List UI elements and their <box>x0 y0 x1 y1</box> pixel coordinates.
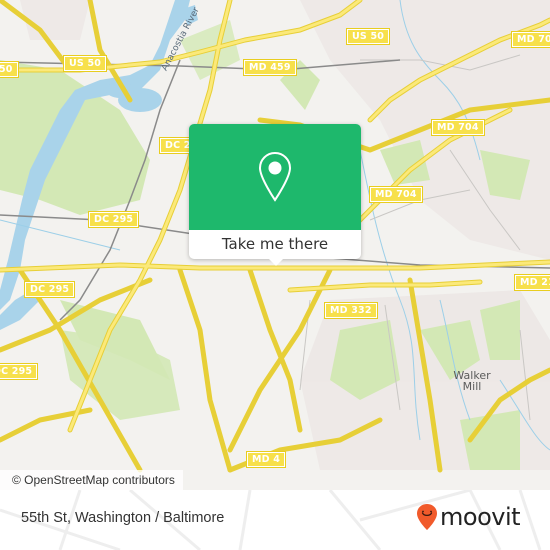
road-shield-dc-295-center: DC 295 <box>87 211 140 228</box>
road-shield-md-332: MD 332 <box>324 302 378 319</box>
road-shield-dc-295-southwest: DC 295 <box>0 363 39 380</box>
moovit-logo[interactable]: moovit <box>416 502 521 532</box>
road-shield-md-704-north: MD 704 <box>511 31 550 48</box>
destination-popup: Take me there <box>189 124 361 266</box>
map-view[interactable]: Anacostia River 50 US 50 MD 459 US 50 MD… <box>0 0 550 490</box>
road-shield-md-459: MD 459 <box>243 59 297 76</box>
road-shield-us-50-west: US 50 <box>62 55 108 72</box>
footer-bar: 55th St, Washington / Baltimore moovit <box>0 490 550 550</box>
brand-wordmark: moovit <box>440 503 521 531</box>
road-shield-us-50-east: US 50 <box>345 28 391 45</box>
road-shield-md-704-east: MD 704 <box>431 119 485 136</box>
place-label-walker-mill: Walker Mill <box>450 370 494 392</box>
road-shield-dc-295-west: DC 295 <box>23 281 76 298</box>
popup-pointer <box>268 258 284 266</box>
road-shield-md-704-center: MD 704 <box>369 186 423 203</box>
popup-header <box>189 124 361 230</box>
place-label-walker-mill-text: Walker Mill <box>453 369 491 393</box>
take-me-there-button[interactable]: Take me there <box>189 230 361 259</box>
road-shield-md-214: MD 214 <box>514 274 550 291</box>
address-text: 55th St, Washington / Baltimore <box>21 510 225 526</box>
location-pin-icon <box>258 151 292 202</box>
map-attribution[interactable]: © OpenStreetMap contributors <box>0 470 183 490</box>
road-shield-md-4: MD 4 <box>245 451 287 468</box>
road-shield-us-50-edge: 50 <box>0 61 19 78</box>
moovit-pin-icon <box>417 504 437 530</box>
